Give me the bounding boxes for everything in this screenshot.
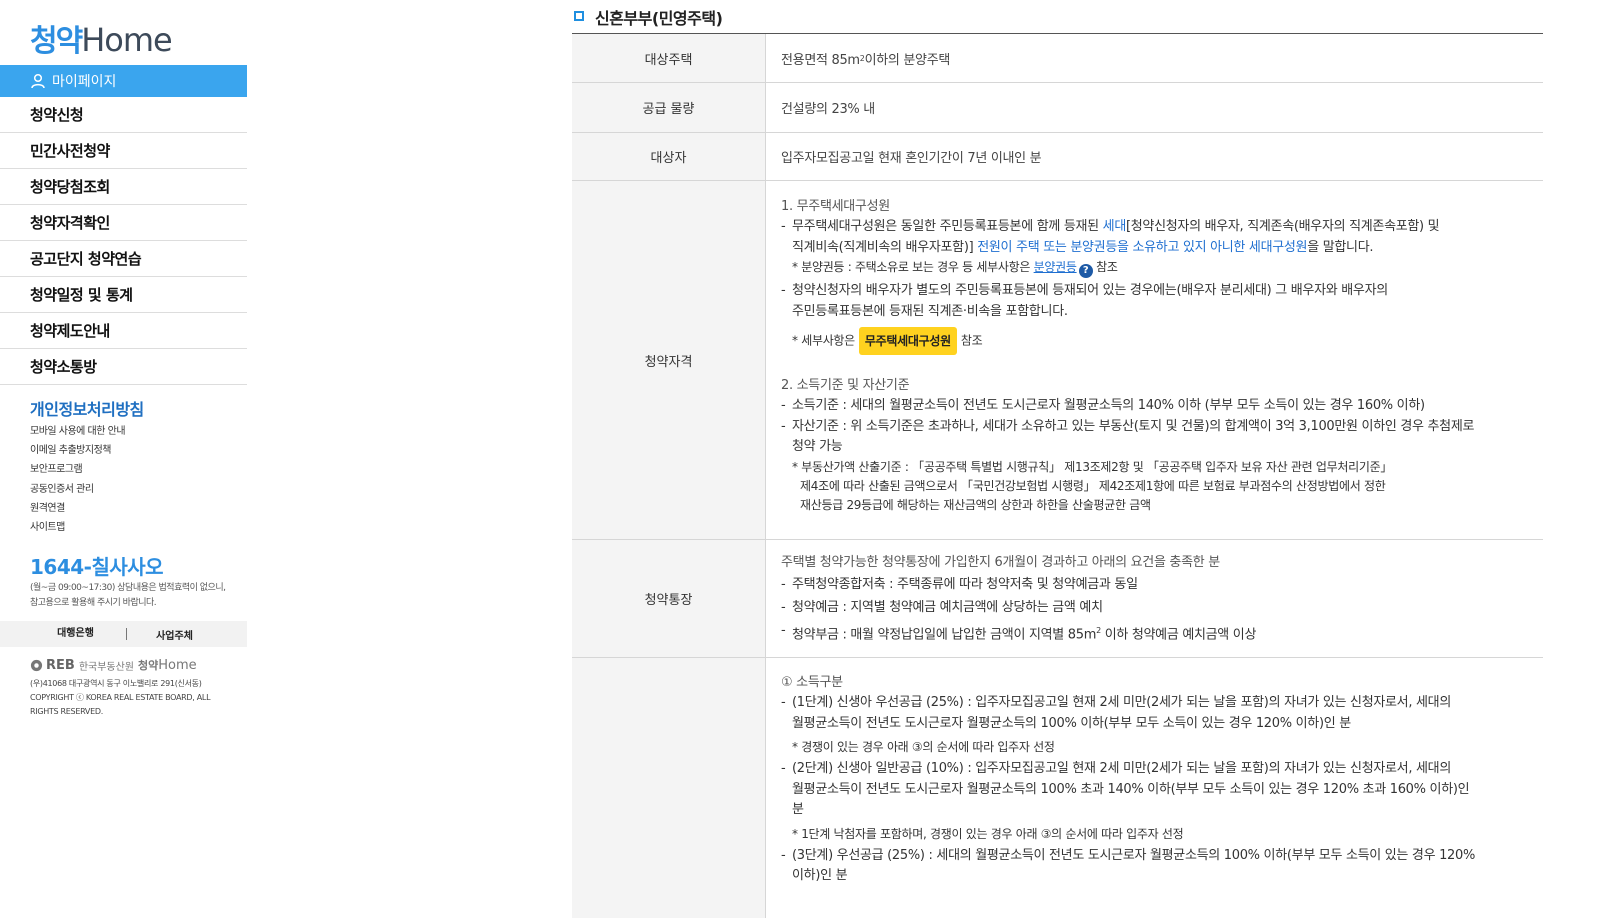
link-mobile-guide[interactable]: 모바일 사용에 대한 안내 [30, 422, 126, 441]
help-icon[interactable]: ? [1078, 264, 1093, 278]
cheongyak-home-logo[interactable]: 청약 Home [30, 16, 173, 60]
presale-rights-link[interactable]: 분양권등 [1034, 260, 1077, 274]
row-value: 1. 무주택세대구성원 무주택세대구성원은 동일한 주민등록표등본에 함께 등재… [766, 181, 1543, 539]
square-bullet-icon [574, 10, 584, 21]
row-value: 전용면적 85m 2 이하의 분양주택 [781, 52, 951, 68]
row-value: 주택별 청약가능한 청약통장에 가입한지 6개월이 경과하고 아래의 요건을 충… [766, 540, 1543, 657]
row-header: 공급 물량 [572, 83, 766, 132]
bank-link[interactable]: 대행은행 [0, 628, 127, 640]
row-header: 대상자 [572, 133, 766, 180]
menu-item-practice[interactable]: 공고단지 청약연습 [0, 241, 247, 277]
table-row: 대상자 입주자모집공고일 현재 혼인기간이 7년 이내인 분 [572, 133, 1543, 181]
link-remote[interactable]: 원격연결 [30, 499, 125, 518]
menu-item-eligibility-check[interactable]: 청약자격확인 [0, 205, 247, 241]
link-security-program[interactable]: 보안프로그램 [30, 460, 125, 479]
footer-links: 모바일 사용에 대한 안내 이메일 추출방지정책 보안프로그램 공동인증서 관리… [30, 422, 126, 537]
homeless-household-button[interactable]: 무주택세대구성원 [858, 327, 957, 355]
menu-item-schedule-stats[interactable]: 청약일정 및 통계 [0, 277, 247, 313]
reb-logo-icon [30, 659, 43, 671]
row-value: 건설량의 23% 내 [781, 102, 875, 117]
menu-item-apply[interactable]: 청약신청 [0, 97, 247, 133]
call-center-note: (월~금 09:00~17:30) 상담내용은 법적효력이 없으니, 참고용으로… [30, 583, 226, 608]
sidebar: 청약 Home 마이페이지 청약신청 민간사전청약 청약당첨조회 청약자격확인 공… [0, 0, 247, 914]
table-row: 공급 물량 건설량의 23% 내 [572, 83, 1543, 133]
row-header [572, 658, 766, 918]
link-email-policy[interactable]: 이메일 추출방지정책 [30, 441, 125, 460]
row-value: ① 소득구분 (1단계) 신생아 우선공급 (25%) : 입주자모집공고일 현… [766, 658, 1543, 918]
person-icon [31, 73, 45, 89]
info-table: 대상주택 전용면적 85m 2 이하의 분양주택 공급 물량 건설량의 23% 내… [572, 33, 1543, 918]
menu-item-winner-lookup[interactable]: 청약당첨조회 [0, 169, 247, 205]
call-center-number: 1644-칠사사오 [30, 555, 164, 579]
bank-developer-bar: 대행은행 사업주체 [0, 621, 247, 647]
privacy-policy-link[interactable]: 개인정보처리방침 [30, 396, 144, 420]
footer-address: (우)41068 대구광역시 동구 이노밸리로 291(신서동) COPYRIG… [30, 679, 211, 716]
mypage-button[interactable]: 마이페이지 [0, 65, 247, 97]
developer-link[interactable]: 사업주체 [127, 627, 247, 642]
row-header: 청약통장 [572, 540, 766, 657]
menu-item-pre-subscription[interactable]: 민간사전청약 [0, 133, 247, 169]
table-row: 대상주택 전용면적 85m 2 이하의 분양주택 [572, 34, 1543, 83]
link-certificate[interactable]: 공동인증서 관리 [30, 480, 125, 499]
mypage-label: 마이페이지 [52, 74, 117, 90]
row-header: 대상주택 [572, 34, 766, 82]
menu-item-system-guide[interactable]: 청약제도안내 [0, 313, 247, 349]
table-row: 청약통장 주택별 청약가능한 청약통장에 가입한지 6개월이 경과하고 아래의 … [572, 540, 1543, 658]
table-row: ① 소득구분 (1단계) 신생아 우선공급 (25%) : 입주자모집공고일 현… [572, 658, 1543, 918]
table-row: 청약자격 1. 무주택세대구성원 무주택세대구성원은 동일한 주민등록표등본에 … [572, 181, 1543, 540]
section-title: 신혼부부(민영주택) [572, 0, 1543, 33]
main-content: 신혼부부(민영주택) 대상주택 전용면적 85m 2 이하의 분양주택 공급 물량… [572, 0, 1543, 918]
menu-item-community[interactable]: 청약소통방 [0, 349, 247, 385]
row-value: 입주자모집공고일 현재 혼인기간이 7년 이내인 분 [781, 151, 1042, 166]
main-menu: 청약신청 민간사전청약 청약당첨조회 청약자격확인 공고단지 청약연습 청약일정… [0, 97, 247, 385]
row-header: 청약자격 [572, 181, 766, 539]
household-link[interactable]: 세대 [1103, 219, 1127, 234]
reb-footer-logo: REB 한국부동산원 청약 Home [30, 657, 197, 673]
link-sitemap[interactable]: 사이트맵 [30, 518, 125, 537]
